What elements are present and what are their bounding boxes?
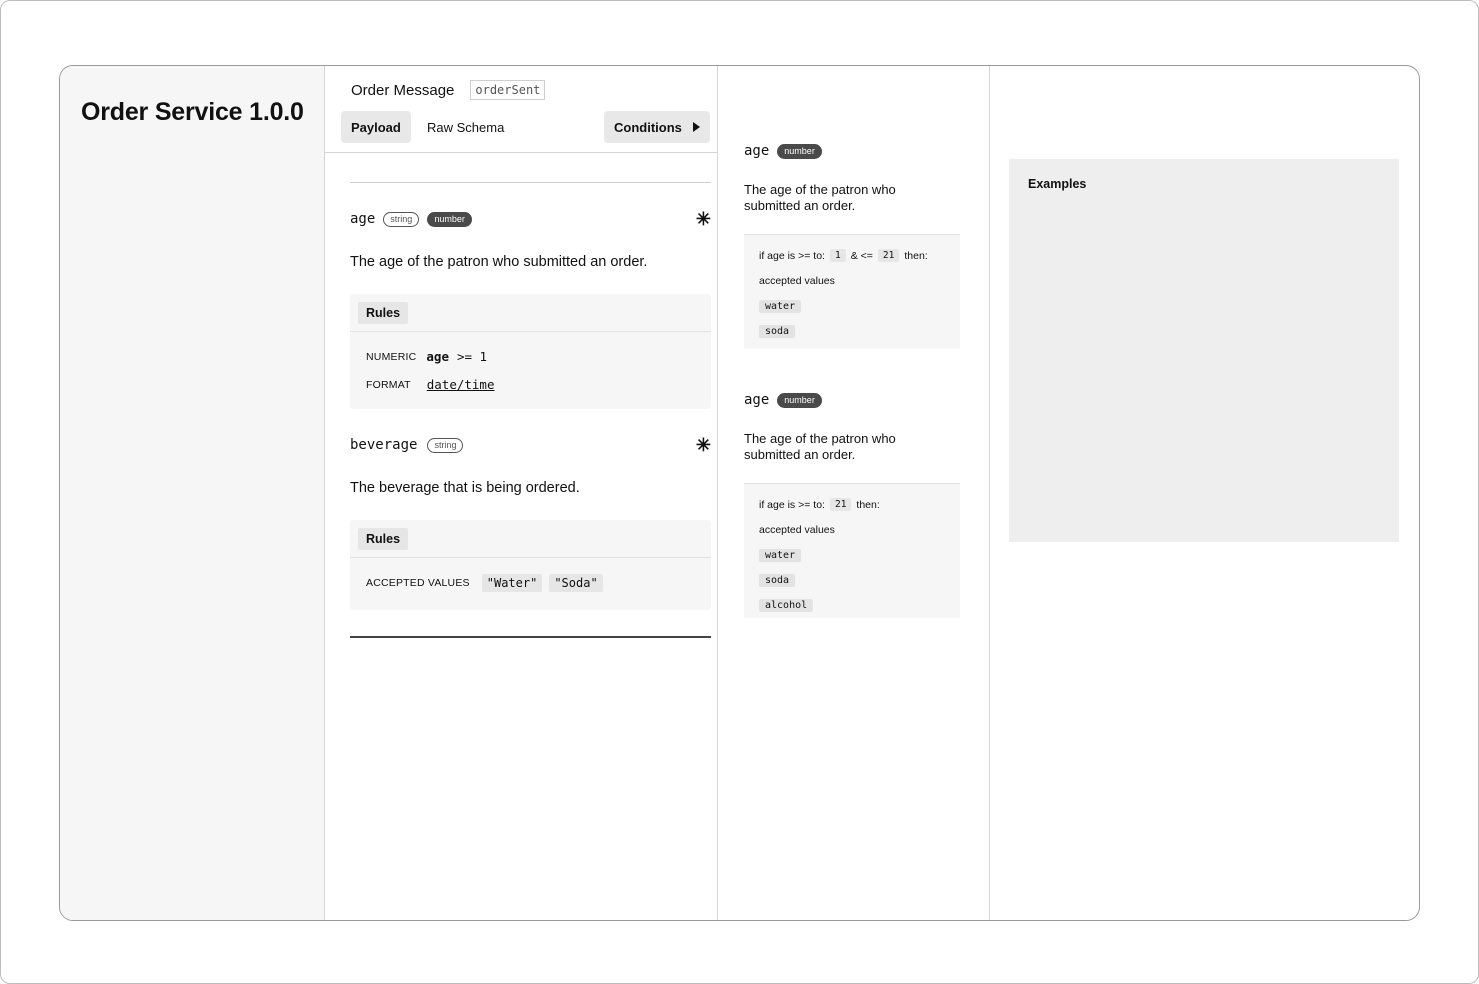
tab-raw-schema[interactable]: Raw Schema (417, 111, 514, 143)
condition-prefix: if age is >= to: (759, 498, 825, 511)
message-id-badge: orderSent (470, 80, 546, 100)
accepted-values-label: accepted values (759, 275, 835, 287)
property-header-age: age string number ✳ (350, 209, 711, 229)
rules-box-beverage: Rules ACCEPTED VALUES "Water" "Soda" (350, 520, 711, 610)
message-header: Order Message orderSent (351, 80, 546, 100)
rule-key: NUMERIC (366, 350, 417, 363)
property-header-beverage: beverage string ✳ (350, 435, 711, 455)
app-title: Order Service 1.0.0 (81, 98, 304, 126)
rule-field: age (426, 349, 449, 364)
accepted-values-label: accepted values (759, 524, 835, 536)
required-icon: ✳ (695, 435, 711, 455)
condition-rule: if age is >= to: 1 & <= 21 then: (759, 249, 928, 262)
divider (350, 636, 711, 638)
value-tag: water (759, 549, 802, 562)
value-tag: soda (759, 325, 796, 338)
condition-min: 1 (829, 249, 846, 262)
tab-payload[interactable]: Payload (341, 111, 411, 143)
payload-panel: Order Message orderSent Payload Raw Sche… (325, 66, 718, 920)
divider (350, 182, 711, 183)
condition-rule: if age is >= to: 21 then: (759, 498, 880, 511)
sidebar: Order Service 1.0.0 (60, 66, 325, 920)
accepted-value: "Soda" (549, 574, 603, 592)
rule-numeric: NUMERIC age >= 1 (366, 349, 487, 364)
value-tag: soda (759, 574, 796, 587)
examples-label: Examples (1028, 177, 1087, 191)
conditions-button[interactable]: Conditions (604, 111, 710, 143)
screen: Order Service 1.0.0 Order Message orderS… (0, 0, 1479, 984)
rule-key: ACCEPTED VALUES (366, 577, 470, 589)
condition-description: The age of the patron who submitted an o… (744, 182, 896, 213)
value-tag: alcohol (759, 599, 814, 612)
rule-format: FORMAT date/time (366, 377, 494, 392)
format-link[interactable]: date/time (427, 377, 495, 392)
rule-accepted-values: ACCEPTED VALUES "Water" "Soda" (366, 574, 603, 592)
rule-value: >= 1 (456, 349, 488, 364)
app-window: Order Service 1.0.0 Order Message orderS… (59, 65, 1420, 921)
rules-label: Rules (358, 302, 409, 324)
condition-name: age (744, 143, 770, 159)
condition-header: age number (744, 392, 822, 408)
value-tag: water (759, 300, 802, 313)
condition-box: if age is >= to: 21 then: accepted value… (744, 483, 960, 618)
type-badge-string: string (427, 437, 464, 453)
condition-max: 21 (877, 249, 900, 262)
condition-then: then: (856, 498, 880, 511)
accepted-value: "Water" (481, 574, 543, 592)
examples-box: Examples (1009, 159, 1399, 542)
condition-prefix: if age is >= to: (759, 249, 825, 262)
property-name: age (350, 211, 376, 227)
rules-header: Rules (350, 520, 711, 558)
rules-header: Rules (350, 294, 711, 332)
rules-label: Rules (358, 528, 409, 550)
type-badge-number: number (777, 143, 822, 159)
condition-name: age (744, 392, 770, 408)
type-badge-string: string (383, 211, 420, 227)
condition-header: age number (744, 143, 822, 159)
message-title: Order Message (351, 81, 455, 99)
examples-panel: Examples (990, 66, 1419, 920)
rule-key: FORMAT (366, 378, 411, 391)
condition-then: then: (904, 249, 928, 262)
tab-bar: Payload Raw Schema Conditions (325, 111, 718, 153)
property-description: The age of the patron who submitted an o… (350, 254, 648, 270)
caret-right-icon (693, 122, 700, 132)
type-badge-number: number (777, 392, 822, 408)
condition-op: & <= (850, 249, 873, 262)
property-description: The beverage that is being ordered. (350, 480, 580, 496)
type-badge-number: number (427, 211, 472, 227)
conditions-panel: age number The age of the patron who sub… (718, 66, 990, 920)
condition-min: 21 (829, 498, 852, 511)
property-name: beverage (350, 437, 418, 453)
rules-box-age: Rules NUMERIC age >= 1 FORMAT date/time (350, 294, 711, 409)
conditions-label: Conditions (614, 119, 682, 135)
condition-box: if age is >= to: 1 & <= 21 then: accepte… (744, 234, 960, 349)
required-icon: ✳ (695, 209, 711, 229)
condition-description: The age of the patron who submitted an o… (744, 431, 896, 462)
